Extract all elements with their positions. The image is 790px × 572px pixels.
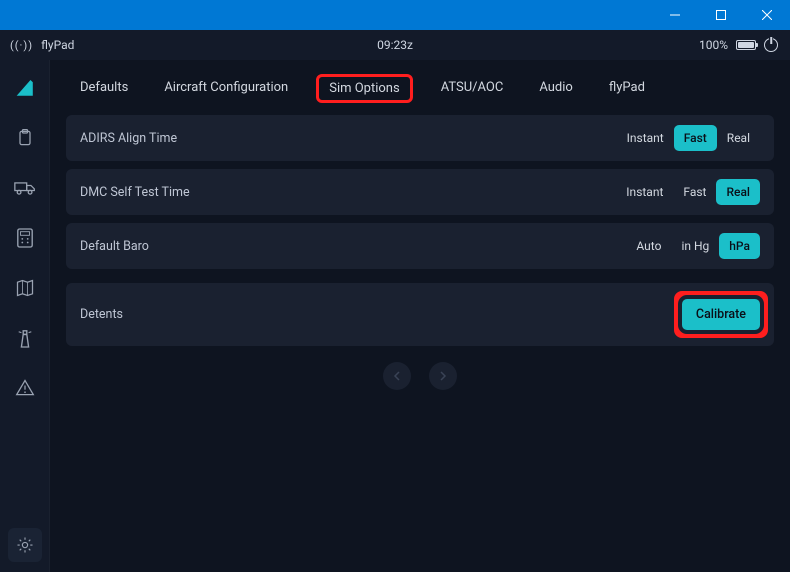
sidebar-item-atc[interactable] [10, 324, 40, 352]
sidebar-item-dispatch[interactable] [10, 124, 40, 152]
settings-tabs: Defaults Aircraft Configuration Sim Opti… [66, 74, 774, 103]
calibrate-button[interactable]: Calibrate [682, 299, 760, 330]
row-label: Detents [80, 307, 123, 322]
row-label: Default Baro [80, 239, 149, 254]
tab-atsu-aoc[interactable]: ATSU/AOC [433, 74, 512, 103]
sidebar-item-failures[interactable] [10, 374, 40, 402]
tab-defaults[interactable]: Defaults [72, 74, 136, 103]
segmented-control: Auto in Hg hPa [626, 233, 760, 259]
calculator-icon [16, 227, 34, 249]
row-detents: Detents Calibrate [66, 283, 774, 346]
close-button[interactable] [744, 0, 790, 30]
option-instant[interactable]: Instant [617, 125, 674, 151]
tab-audio[interactable]: Audio [531, 74, 580, 103]
sidebar-item-performance[interactable] [10, 224, 40, 252]
row-default-baro: Default Baro Auto in Hg hPa [66, 223, 774, 269]
option-inhg[interactable]: in Hg [671, 233, 719, 259]
main-content: Defaults Aircraft Configuration Sim Opti… [50, 60, 790, 572]
arrow-left-icon [392, 371, 402, 381]
minimize-button[interactable] [652, 0, 698, 30]
tail-fin-icon [14, 77, 36, 99]
gear-icon [16, 536, 34, 554]
row-label: ADIRS Align Time [80, 131, 177, 146]
battery-percent: 100% [699, 38, 728, 52]
maximize-button[interactable] [698, 0, 744, 30]
row-label: DMC Self Test Time [80, 185, 190, 200]
truck-icon [14, 178, 36, 198]
sidebar-item-ground[interactable] [10, 174, 40, 202]
option-hpa[interactable]: hPa [719, 233, 760, 259]
option-fast[interactable]: Fast [674, 125, 717, 151]
segmented-control: Instant Fast Real [616, 179, 760, 205]
tab-aircraft-configuration[interactable]: Aircraft Configuration [156, 74, 296, 103]
window-titlebar [0, 0, 790, 30]
sidebar-item-settings[interactable] [8, 528, 42, 562]
option-fast[interactable]: Fast [673, 179, 716, 205]
tab-flypad[interactable]: flyPad [601, 74, 653, 103]
option-real[interactable]: Real [716, 179, 760, 205]
pager [66, 362, 774, 390]
row-dmc-self-test-time: DMC Self Test Time Instant Fast Real [66, 169, 774, 215]
status-bar: ((·)) flyPad 09:23z 100% [0, 30, 790, 60]
row-adirs-align-time: ADIRS Align Time Instant Fast Real [66, 115, 774, 161]
option-real[interactable]: Real [717, 125, 760, 151]
arrow-right-icon [438, 371, 448, 381]
power-icon[interactable] [764, 38, 778, 52]
option-auto[interactable]: Auto [626, 233, 671, 259]
pager-next[interactable] [429, 362, 457, 390]
warning-icon [15, 378, 35, 398]
sidebar-item-navigation[interactable] [10, 274, 40, 302]
clock: 09:23z [377, 38, 413, 52]
tab-sim-options[interactable]: Sim Options [316, 74, 412, 103]
segmented-control: Instant Fast Real [617, 125, 760, 151]
lighthouse-icon [16, 327, 34, 349]
app-name: flyPad [41, 38, 74, 52]
clipboard-icon [15, 128, 35, 148]
sidebar [0, 60, 50, 572]
battery-icon [736, 40, 756, 50]
pager-prev[interactable] [383, 362, 411, 390]
antenna-icon: ((·)) [10, 39, 33, 52]
map-icon [15, 278, 35, 298]
option-instant[interactable]: Instant [616, 179, 673, 205]
sidebar-item-home[interactable] [10, 74, 40, 102]
